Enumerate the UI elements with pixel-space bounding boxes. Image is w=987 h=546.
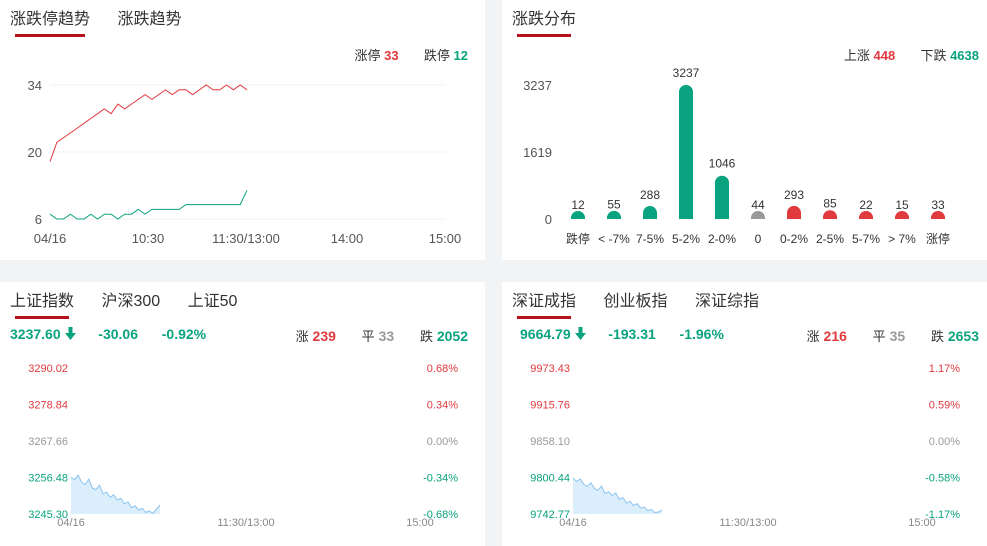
x-tick-label: 15:00 xyxy=(908,517,936,529)
bar-value-label: 288 xyxy=(640,188,660,202)
y-right-label: 0.00% xyxy=(929,436,960,448)
sz-index-panel: 深证成指 创业板指 深证综指 9664.79 -193.31 -1.96% 涨 … xyxy=(502,282,987,546)
x-tick-label: < -7% xyxy=(598,232,630,246)
bar-value-label: 44 xyxy=(751,198,765,212)
x-tick-label: 涨停 xyxy=(926,231,950,246)
x-tick-label: 跌停 xyxy=(566,231,590,246)
y-right-label: 0.34% xyxy=(427,400,458,412)
bar-1 xyxy=(607,210,621,219)
bar-6 xyxy=(787,205,801,219)
x-tick-label: 04/16 xyxy=(57,517,85,529)
y-right-label: -0.34% xyxy=(423,473,458,485)
x-tick-label: 5-2% xyxy=(672,232,700,246)
x-tick-label: 7-5% xyxy=(636,232,664,246)
y-tick-label: 1619 xyxy=(523,145,552,160)
y-left-label: 9800.44 xyxy=(530,473,570,485)
x-tick-label: 10:30 xyxy=(132,231,165,246)
x-tick-label: 04/16 xyxy=(34,231,67,246)
y-right-label: 0.59% xyxy=(929,400,960,412)
bar-4 xyxy=(715,175,729,219)
y-left-label: 3290.02 xyxy=(28,363,68,375)
x-tick-label: 14:00 xyxy=(331,231,364,246)
bar-value-label: 15 xyxy=(895,198,909,212)
y-right-label: -0.58% xyxy=(925,473,960,485)
bar-value-label: 293 xyxy=(784,188,804,202)
y-left-label: 3256.48 xyxy=(28,473,68,485)
distribution-chart: 3237 1619 0 12 跌停 55 < -7% 288 7-5% 3237 5-2% 1046 2… xyxy=(523,66,950,246)
y-left-label: 9915.76 xyxy=(530,400,570,412)
x-tick-label: 15:00 xyxy=(429,231,462,246)
series-line-1 xyxy=(49,190,248,220)
sz-index-chart: 9973.43 1.17% 9915.76 0.59% 9858.10 0.00% 9800… xyxy=(530,363,960,529)
y-tick-label: 6 xyxy=(35,212,42,227)
x-tick-label: 15:00 xyxy=(406,517,434,529)
bar-value-label: 1046 xyxy=(709,157,736,171)
bar-5 xyxy=(751,211,765,219)
x-tick-label: 2-5% xyxy=(816,232,844,246)
y-left-label: 3267.66 xyxy=(28,436,68,448)
index-area xyxy=(71,475,160,514)
y-tick-label: 0 xyxy=(545,212,552,227)
x-tick-label: > 7% xyxy=(888,232,916,246)
x-tick-label: 11:30/13:00 xyxy=(217,517,274,529)
bar-2 xyxy=(643,206,657,219)
y-tick-label: 3237 xyxy=(523,78,552,93)
limit-trend-panel: 涨跌停趋势 涨跌趋势 涨停 33 跌停 12 34 20 6 04/16 10:30 11… xyxy=(0,0,485,260)
y-right-label: 1.17% xyxy=(929,363,960,375)
bar-10 xyxy=(931,211,945,219)
bar-value-label: 3237 xyxy=(673,66,700,80)
bar-value-label: 85 xyxy=(823,196,837,210)
bar-9 xyxy=(895,211,909,219)
bar-0 xyxy=(571,211,585,219)
x-tick-label: 0-2% xyxy=(780,232,808,246)
x-tick-label: 04/16 xyxy=(559,517,587,529)
sh-index-chart: 3290.02 0.68% 3278.84 0.34% 3267.66 0.00% 3256… xyxy=(28,363,458,529)
y-right-label: 0.00% xyxy=(427,436,458,448)
distribution-panel: 涨跌分布 上涨 448 下跌 4638 3237 1619 0 12 跌停 55 < -7%… xyxy=(502,0,987,260)
x-tick-label: 0 xyxy=(755,232,762,246)
bar-8 xyxy=(859,211,873,219)
y-right-label: 0.68% xyxy=(427,363,458,375)
bar-value-label: 12 xyxy=(571,198,585,212)
limit-trend-chart: 34 20 6 04/16 10:30 11:30/13:00 14:00 15:00 xyxy=(28,78,462,246)
bar-7 xyxy=(823,210,837,219)
bar-value-label: 33 xyxy=(931,198,945,212)
bar-value-label: 55 xyxy=(607,198,621,212)
x-tick-label: 2-0% xyxy=(708,232,736,246)
x-tick-label: 5-7% xyxy=(852,232,880,246)
y-left-label: 9858.10 xyxy=(530,436,570,448)
y-tick-label: 20 xyxy=(28,145,42,160)
bar-value-label: 22 xyxy=(859,198,873,212)
y-tick-label: 34 xyxy=(28,78,42,93)
y-left-label: 9973.43 xyxy=(530,363,570,375)
series-line-0 xyxy=(49,84,248,162)
y-left-label: 3278.84 xyxy=(28,400,68,412)
x-tick-label: 11:30/13:00 xyxy=(212,231,280,246)
x-tick-label: 11:30/13:00 xyxy=(719,517,776,529)
bar-3 xyxy=(679,85,693,219)
sh-index-panel: 上证指数 沪深300 上证50 3237.60 -30.06 -0.92% 涨 … xyxy=(0,282,485,546)
